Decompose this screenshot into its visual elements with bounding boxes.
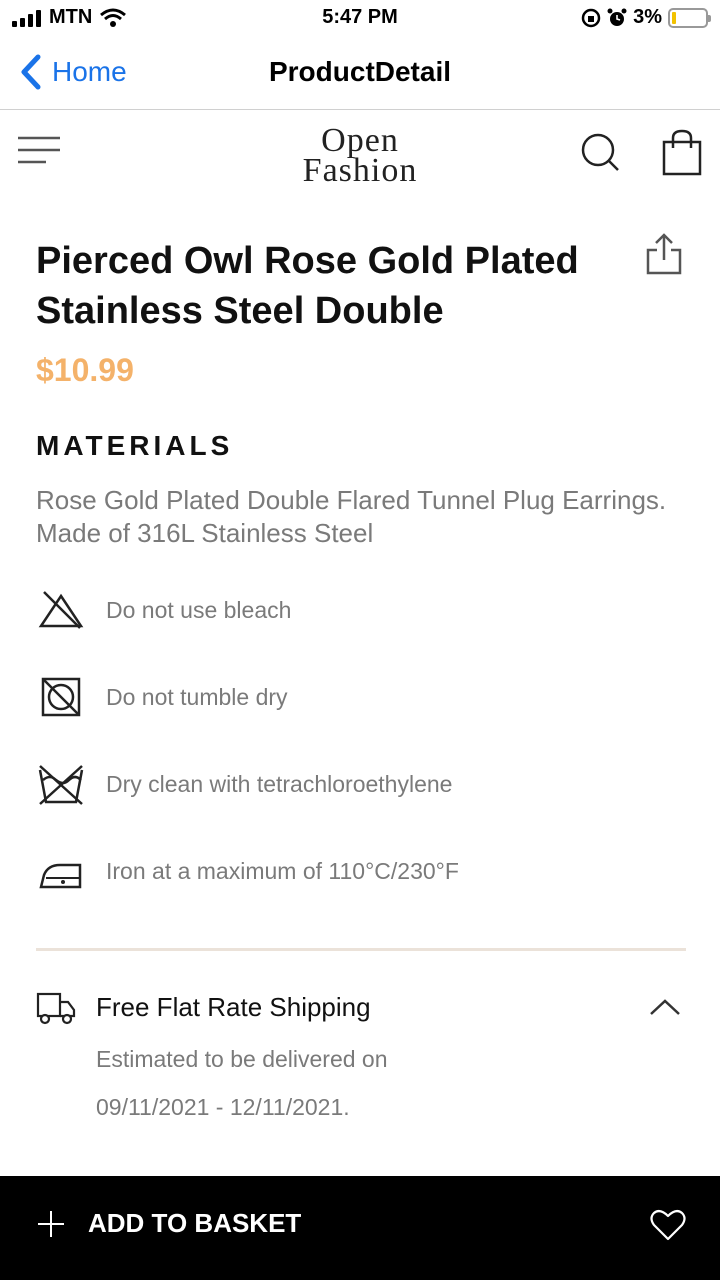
- divider: [36, 948, 686, 951]
- shipping-dates: 09/11/2021 - 12/11/2021.: [96, 1094, 350, 1120]
- delivery-truck-icon: [36, 992, 76, 1025]
- chevron-up-icon[interactable]: [648, 996, 682, 1018]
- care-label: Dry clean with tetrachloroethylene: [106, 771, 453, 797]
- care-label: Iron at a maximum of 110°C/230°F: [106, 858, 459, 884]
- search-icon[interactable]: [578, 130, 622, 174]
- care-label: Do not tumble dry: [106, 684, 288, 710]
- add-to-basket-button[interactable]: ADD TO BASKET: [36, 1208, 301, 1239]
- materials-heading: MATERIALS: [36, 430, 234, 461]
- no-bleach-icon: [38, 591, 84, 629]
- nav-title: ProductDetail: [268, 56, 452, 87]
- orientation-lock-icon: [581, 8, 601, 27]
- no-tumble-dry-icon: [41, 677, 81, 717]
- battery-icon: [668, 7, 711, 28]
- shopping-bag-icon[interactable]: [660, 128, 704, 176]
- alarm-icon: [607, 8, 627, 26]
- care-item: Do not tumble dry: [36, 673, 686, 760]
- product-title: Pierced Owl Rose Gold Plated Stainless S…: [36, 240, 579, 332]
- status-right: 3%: [581, 6, 711, 29]
- battery-percent: 3%: [633, 6, 662, 28]
- logo-line2: Fashion: [302, 152, 418, 189]
- care-instructions-list: Do not use bleach Do not tumble dry Dry …: [36, 586, 686, 934]
- heart-icon[interactable]: [650, 1208, 686, 1242]
- iron-icon: [39, 863, 82, 889]
- care-item: Dry clean with tetrachloroethylene: [36, 760, 686, 847]
- brand-logo[interactable]: Open Fashion: [280, 124, 440, 196]
- materials-description: Rose Gold Plated Double Flared Tunnel Pl…: [36, 485, 667, 548]
- care-item: Do not use bleach: [36, 586, 686, 673]
- share-icon[interactable]: [644, 232, 684, 276]
- status-bar: MTN 5:47 PM 3%: [0, 0, 720, 36]
- shipping-title: Free Flat Rate Shipping: [96, 992, 371, 1022]
- product-price: $10.99: [36, 352, 134, 388]
- shipping-estimate-label: Estimated to be delivered on: [96, 1046, 388, 1072]
- dry-clean-icon: [38, 765, 84, 805]
- plus-icon: [38, 1210, 64, 1237]
- add-to-basket-label: ADD TO BASKET: [88, 1208, 302, 1238]
- nav-bar: Home ProductDetail: [0, 38, 720, 110]
- care-item: Iron at a maximum of 110°C/230°F: [36, 847, 686, 934]
- app-header: Open Fashion: [0, 112, 720, 208]
- care-label: Do not use bleach: [106, 597, 292, 623]
- bottom-action-bar: ADD TO BASKET: [0, 1176, 720, 1280]
- menu-icon[interactable]: [16, 134, 62, 166]
